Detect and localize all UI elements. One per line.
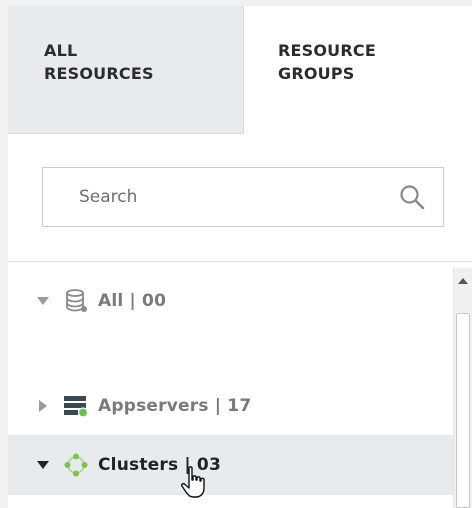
search-box bbox=[42, 167, 444, 227]
search-icon[interactable] bbox=[399, 184, 425, 210]
collapse-caret-icon[interactable] bbox=[39, 400, 47, 412]
tree-item-appservers[interactable]: Appservers | 17 bbox=[8, 378, 453, 434]
scroll-thumb[interactable] bbox=[456, 313, 470, 508]
search-input[interactable] bbox=[43, 168, 409, 226]
scroll-up-arrow-icon[interactable] bbox=[458, 278, 468, 284]
tree-item-label: Appservers | 17 bbox=[98, 396, 252, 416]
tab-resource-groups[interactable]: RESOURCE GROUPS bbox=[244, 6, 472, 134]
tab-all-resources-line2: RESOURCES bbox=[44, 64, 154, 83]
tree-scrollbar[interactable] bbox=[453, 268, 472, 508]
expand-caret-icon[interactable] bbox=[37, 461, 49, 469]
divider bbox=[8, 261, 472, 262]
tab-resource-groups-line2: GROUPS bbox=[278, 64, 355, 83]
resources-panel: ALL RESOURCES RESOURCE GROUPS All | 00 bbox=[8, 6, 472, 508]
cluster-icon bbox=[64, 453, 88, 477]
tab-resource-groups-line1: RESOURCE bbox=[278, 41, 376, 60]
database-icon bbox=[66, 289, 87, 312]
hand-pointer-cursor-icon bbox=[181, 466, 205, 498]
tab-bar: ALL RESOURCES RESOURCE GROUPS bbox=[8, 6, 472, 134]
tab-all-resources-line1: ALL bbox=[44, 41, 78, 60]
tree-item-clusters[interactable]: Clusters | 03 bbox=[8, 435, 453, 495]
expand-caret-icon[interactable] bbox=[37, 297, 49, 305]
server-status-icon bbox=[64, 396, 89, 418]
tree-item-all[interactable]: All | 00 bbox=[8, 273, 453, 329]
tree-item-label: All | 00 bbox=[98, 291, 167, 311]
tab-all-resources[interactable]: ALL RESOURCES bbox=[8, 6, 244, 134]
